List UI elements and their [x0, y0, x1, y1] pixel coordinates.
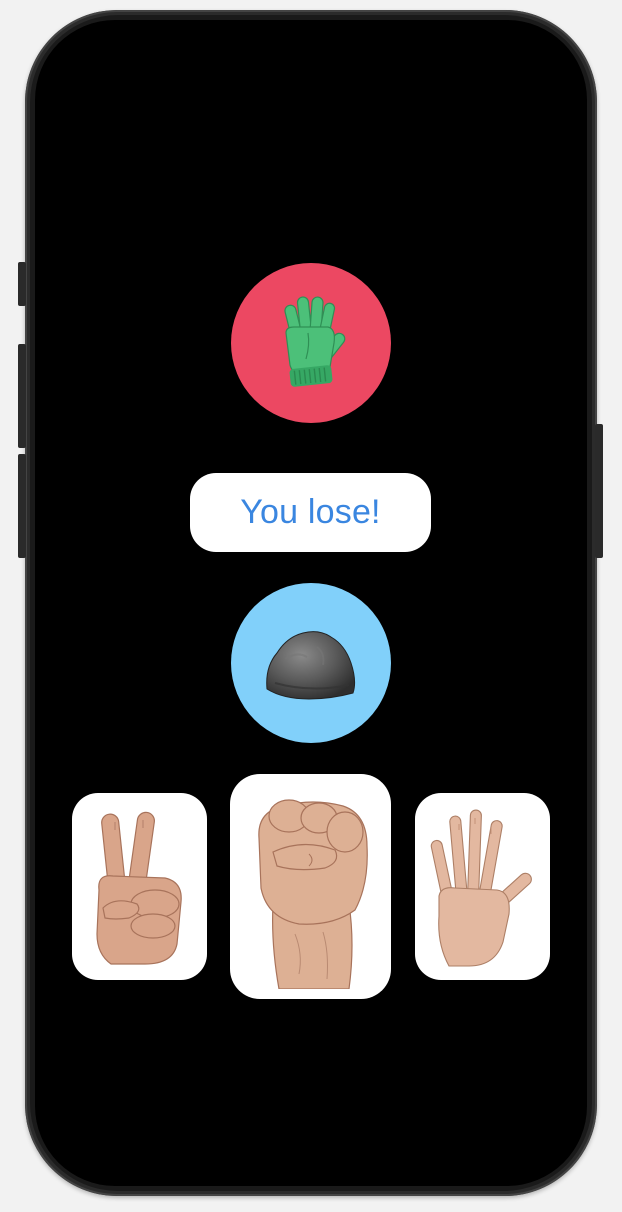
glove-icon	[284, 296, 346, 387]
paper-open-hand-icon	[430, 809, 532, 967]
paper-option-button[interactable]	[415, 793, 550, 980]
rock-option-button[interactable]	[230, 774, 391, 999]
opponent-choice-circle	[231, 263, 391, 423]
result-banner: You lose!	[190, 473, 431, 552]
power-button	[595, 424, 603, 558]
volume-down-button	[18, 454, 26, 558]
result-text: You lose!	[240, 493, 381, 531]
player-choice-circle	[231, 583, 391, 743]
rock-fist-hand-icon	[258, 799, 368, 989]
scissors-option-button[interactable]	[72, 793, 207, 980]
mute-switch	[18, 262, 26, 306]
volume-up-button	[18, 344, 26, 448]
app-screen: You lose!	[35, 20, 587, 1186]
scissors-hand-icon	[95, 811, 182, 965]
rock-icon	[266, 631, 356, 700]
